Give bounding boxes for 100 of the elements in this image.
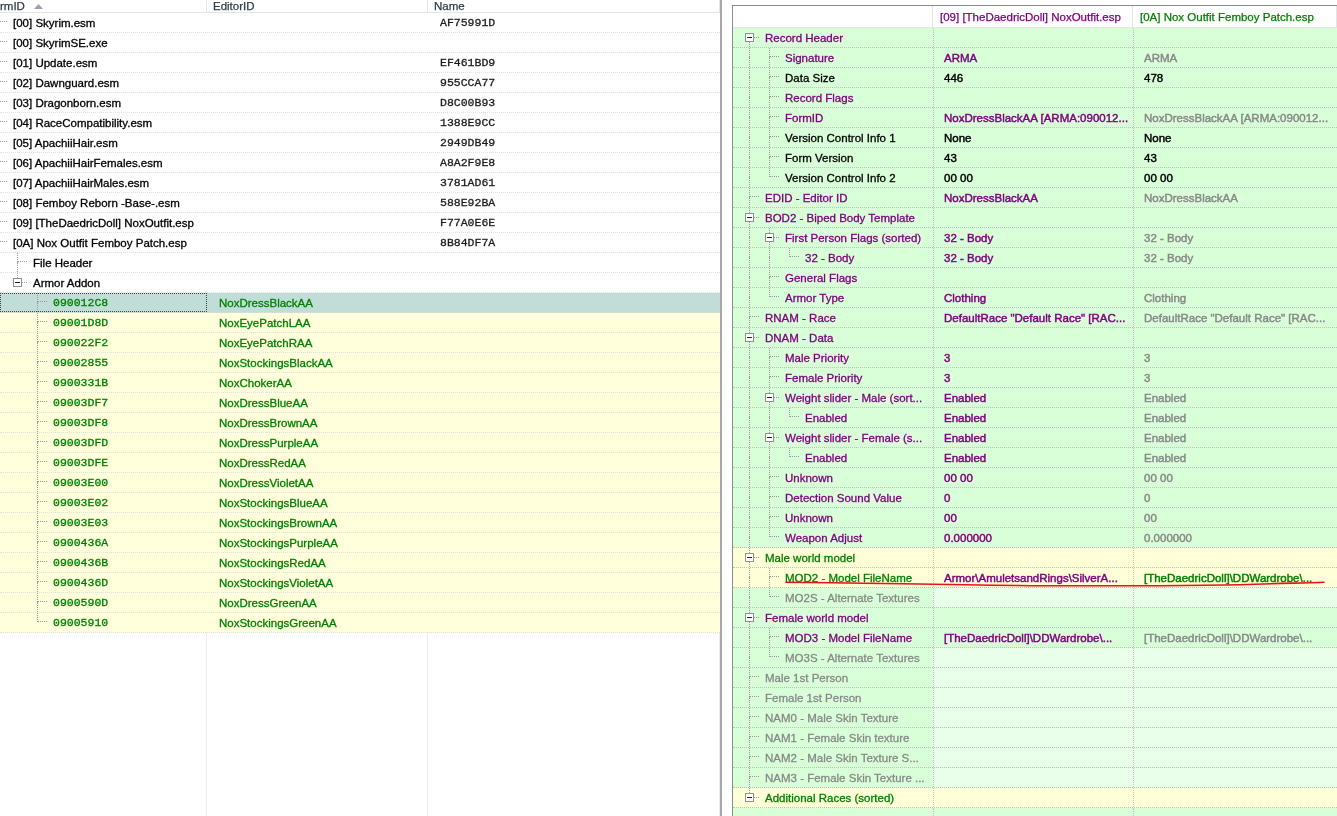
form-id[interactable]: 09003DFE <box>53 455 109 470</box>
field-row[interactable]: Armor Type Clothing Clothing <box>733 288 1337 308</box>
field-row[interactable]: EDID - Editor ID NoxDressBlackAA NoxDressBlackAA <box>733 188 1337 208</box>
collapse-icon[interactable] <box>765 233 774 242</box>
column-header[interactable]: [09] [TheDaedricDoll] NoxOutfit.esp <box>940 10 1121 23</box>
collapse-icon[interactable] <box>765 393 774 402</box>
tree-row[interactable]: 0900436D NoxStockingsVioletAA <box>0 573 720 593</box>
tree-row[interactable]: 09003E00 NoxDressVioletAA <box>0 473 720 493</box>
column-header[interactable]: rmID <box>0 0 25 12</box>
tree-row[interactable]: [05] ApachiiHair.esm 2949DB49 <box>0 133 720 153</box>
field-row[interactable]: First Person Flags (sorted) 32 - Body 32 - Body <box>733 228 1337 248</box>
tree-row[interactable]: [0A] Nox Outfit Femboy Patch.esp 8B84DF7A <box>0 233 720 253</box>
plugin-name[interactable]: [03] Dragonborn.esm <box>13 95 122 110</box>
field-row[interactable]: Female world model <box>733 608 1337 628</box>
plugin-name[interactable]: [04] RaceCompatibility.esm <box>13 115 153 130</box>
collapse-icon[interactable] <box>745 553 754 562</box>
field-row[interactable]: MOD3 - Model FileName [TheDaedricDoll]\DDWardrobe\... [TheDaedricDoll]\DDWardrobe\... <box>733 628 1337 648</box>
field-row[interactable]: Male world model <box>733 548 1337 568</box>
field-row[interactable]: Weight slider - Female (s... Enabled Enabled <box>733 428 1337 448</box>
plugin-name[interactable]: [00] Skyrim.esm <box>13 15 96 30</box>
tree-row[interactable]: [03] Dragonborn.esm D8C00B93 <box>0 93 720 113</box>
tree-row[interactable]: 0900331B NoxChokerAA <box>0 373 720 393</box>
field-row[interactable]: Version Control Info 2 00 00 00 00 <box>733 168 1337 188</box>
tree-row[interactable]: 09003DFE NoxDressRedAA <box>0 453 720 473</box>
tree-label[interactable]: File Header <box>33 255 93 270</box>
form-id[interactable]: 09003E00 <box>53 475 109 490</box>
field-row[interactable]: Unknown 00 00 00 00 <box>733 468 1337 488</box>
tree-row[interactable]: 09003DF8 NoxDressBrownAA <box>0 413 720 433</box>
form-id[interactable]: 09003DF8 <box>53 415 109 430</box>
column-header[interactable]: Name <box>434 0 465 12</box>
plugin-name[interactable]: [01] Update.esm <box>13 55 98 70</box>
tree-row[interactable]: File Header <box>0 253 720 273</box>
field-row[interactable]: Signature ARMA ARMA <box>733 48 1337 68</box>
tree-row[interactable]: 09003E03 NoxStockingsBrownAA <box>0 513 720 533</box>
field-row[interactable]: FormID NoxDressBlackAA [ARMA:090012... NoxDressBlackAA [ARMA:090012... <box>733 108 1337 128</box>
plugin-name[interactable]: [02] Dawnguard.esm <box>13 75 120 90</box>
tree-row[interactable]: [06] ApachiiHairFemales.esm A8A2F9E8 <box>0 153 720 173</box>
collapse-icon[interactable] <box>765 433 774 442</box>
form-id[interactable]: 09001D8D <box>53 315 109 330</box>
tree-row[interactable]: 090022F2 NoxEyePatchRAA <box>0 333 720 353</box>
field-row[interactable]: General Flags <box>733 268 1337 288</box>
field-row[interactable]: BOD2 - Biped Body Template <box>733 208 1337 228</box>
collapse-icon[interactable] <box>745 33 754 42</box>
tree-row[interactable]: 09003DF7 NoxDressBlueAA <box>0 393 720 413</box>
form-id[interactable]: 09003DF7 <box>53 395 109 410</box>
field-row[interactable]: DNAM - Data <box>733 328 1337 348</box>
tree-row[interactable]: 09005910 NoxStockingsGreenAA <box>0 613 720 633</box>
plugin-name[interactable]: [08] Femboy Reborn -Base-.esm <box>13 195 180 210</box>
tree-row[interactable]: 09003E02 NoxStockingsBlueAA <box>0 493 720 513</box>
field-row[interactable]: Data Size 446 478 <box>733 68 1337 88</box>
tree-row[interactable]: [08] Femboy Reborn -Base-.esm 588E92BA <box>0 193 720 213</box>
collapse-icon[interactable] <box>13 278 22 287</box>
field-row[interactable]: MO3S - Alternate Textures <box>733 648 1337 668</box>
form-id[interactable]: 0900436A <box>53 535 109 550</box>
collapse-icon[interactable] <box>745 213 754 222</box>
field-row[interactable]: Weapon Adjust 0.000000 0.000000 <box>733 528 1337 548</box>
tree-row[interactable]: 09002855 NoxStockingsBlackAA <box>0 353 720 373</box>
field-row[interactable]: NAM1 - Female Skin texture <box>733 728 1337 748</box>
field-row[interactable]: Record Header <box>733 28 1337 48</box>
form-id[interactable]: 090012C8 <box>53 295 109 310</box>
plugin-name[interactable]: [05] ApachiiHair.esm <box>13 135 118 150</box>
tree-row[interactable]: [00] Skyrim.esm AF75991D <box>0 13 720 33</box>
tree-row[interactable]: 090012C8 NoxDressBlackAA <box>0 293 720 313</box>
collapse-icon[interactable] <box>745 793 754 802</box>
tree-row[interactable]: [02] Dawnguard.esm 955CCA77 <box>0 73 720 93</box>
field-row[interactable]: MOD2 - Model FileName Armor\AmuletsandRings\SilverA... [TheDaedricDoll]\DDWardrobe\... <box>733 568 1337 588</box>
tree-row[interactable]: 09001D8D NoxEyePatchLAA <box>0 313 720 333</box>
plugin-name[interactable]: [07] ApachiiHairMales.esm <box>13 175 150 190</box>
form-id[interactable]: 09003E02 <box>53 495 109 510</box>
tree-row[interactable]: 0900590D NoxDressGreenAA <box>0 593 720 613</box>
field-row[interactable]: Enabled Enabled Enabled <box>733 448 1337 468</box>
field-row[interactable]: Detection Sound Value 0 0 <box>733 488 1337 508</box>
tree-row[interactable]: 0900436B NoxStockingsRedAA <box>0 553 720 573</box>
collapse-icon[interactable] <box>745 613 754 622</box>
field-row[interactable]: NAM2 - Male Skin Texture S... <box>733 748 1337 768</box>
field-row[interactable]: Weight slider - Male (sort... Enabled Enabled <box>733 388 1337 408</box>
tree-row[interactable]: 09003DFD NoxDressPurpleAA <box>0 433 720 453</box>
field-row[interactable]: Version Control Info 1 None None <box>733 128 1337 148</box>
field-row[interactable]: NAM3 - Female Skin Texture ... <box>733 768 1337 788</box>
form-id[interactable]: 09003DFD <box>53 435 109 450</box>
field-row[interactable]: RNAM - Race DefaultRace "Default Race" [RAC... DefaultRace "Default Race" [RAC... <box>733 308 1337 328</box>
field-row[interactable]: Female Priority 3 3 <box>733 368 1337 388</box>
field-row[interactable]: Form Version 43 43 <box>733 148 1337 168</box>
field-row[interactable]: Unknown 00 00 <box>733 508 1337 528</box>
field-row[interactable]: Additional Races (sorted) <box>733 788 1337 808</box>
field-row[interactable]: 32 - Body 32 - Body 32 - Body <box>733 248 1337 268</box>
field-row[interactable]: NAM0 - Male Skin Texture <box>733 708 1337 728</box>
form-id[interactable]: 09003E03 <box>53 515 109 530</box>
field-row[interactable]: MO2S - Alternate Textures <box>733 588 1337 608</box>
tree-row[interactable]: [09] [TheDaedricDoll] NoxOutfit.esp F77A0E6E <box>0 213 720 233</box>
column-header[interactable]: [0A] Nox Outfit Femboy Patch.esp <box>1140 10 1314 23</box>
plugin-name[interactable]: [09] [TheDaedricDoll] NoxOutfit.esp <box>13 215 194 230</box>
plugin-name[interactable]: [00] SkyrimSE.exe <box>13 35 108 50</box>
tree-row[interactable]: 0900436A NoxStockingsPurpleAA <box>0 533 720 553</box>
form-id[interactable]: 09005910 <box>53 615 109 630</box>
plugin-name[interactable]: [06] ApachiiHairFemales.esm <box>13 155 163 170</box>
field-row[interactable]: Male 1st Person <box>733 668 1337 688</box>
field-row[interactable]: Male Priority 3 3 <box>733 348 1337 368</box>
plugin-name[interactable]: [0A] Nox Outfit Femboy Patch.esp <box>13 235 187 250</box>
tree-row[interactable]: [01] Update.esm EF461BD9 <box>0 53 720 73</box>
